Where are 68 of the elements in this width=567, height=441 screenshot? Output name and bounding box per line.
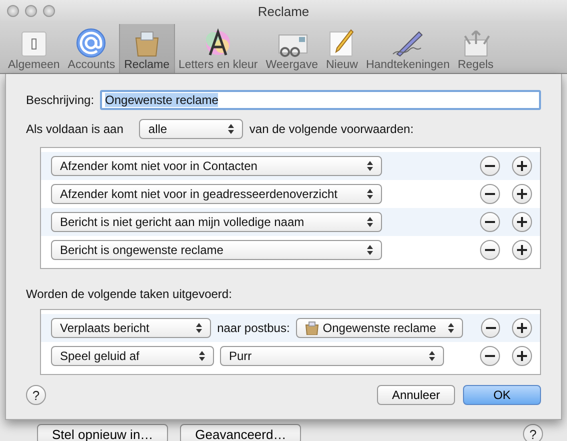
toolbar-tab[interactable]: Letters en kleur xyxy=(174,24,262,73)
match-popup[interactable]: alle xyxy=(139,119,244,139)
description-label: Beschrijving: xyxy=(26,93,94,107)
minus-icon xyxy=(485,249,495,251)
updown-arrows-icon xyxy=(448,323,454,333)
plus-icon xyxy=(517,351,527,361)
help-button[interactable]: ? xyxy=(26,385,46,405)
minus-icon xyxy=(485,221,495,223)
window-title: Reclame xyxy=(258,4,310,18)
conditions-label: van de volgende voorwaarden: xyxy=(249,122,414,136)
background-button[interactable]: Geavanceerd… xyxy=(180,424,302,441)
toolbar-tab[interactable]: Algemeen xyxy=(4,24,64,73)
remove-button[interactable] xyxy=(480,318,500,338)
toolbar-tab[interactable]: Regels xyxy=(454,24,498,73)
minus-icon xyxy=(485,193,495,195)
minus-icon xyxy=(486,327,496,329)
plus-icon xyxy=(517,323,528,333)
updown-arrows-icon xyxy=(367,161,373,171)
remove-button[interactable] xyxy=(480,346,500,366)
add-button[interactable] xyxy=(512,346,532,366)
add-button[interactable] xyxy=(512,212,532,232)
add-button[interactable] xyxy=(512,184,532,204)
toolbar-tab[interactable]: Nieuw xyxy=(322,24,362,73)
toolbar-tab[interactable]: Handtekeningen xyxy=(362,24,454,73)
help-button[interactable]: ? xyxy=(523,424,543,441)
remove-button[interactable] xyxy=(480,240,500,260)
toolbar-tab[interactable]: Reclame xyxy=(119,24,174,73)
rules-arrows-icon xyxy=(462,28,490,58)
sound-popup[interactable]: Purr xyxy=(220,346,444,366)
condition-popup[interactable]: Bericht is ongewenste reclame xyxy=(51,240,382,260)
condition-popup[interactable]: Afzender komt niet voor in geadresseerdenoverzicht xyxy=(51,184,382,204)
trash-bag-icon xyxy=(304,321,319,335)
updown-arrows-icon xyxy=(367,189,373,199)
updown-arrows-icon xyxy=(199,351,205,361)
updown-arrows-icon xyxy=(367,217,373,227)
at-sign-icon xyxy=(76,28,106,58)
match-label: Als voldaan is aan xyxy=(26,122,124,136)
remove-button[interactable] xyxy=(480,156,500,176)
actions-label: Worden de volgende taken uitgevoerd: xyxy=(26,287,233,301)
updown-arrows-icon xyxy=(228,124,234,134)
mailbox-label: naar postbus: xyxy=(217,321,290,335)
action-popup[interactable]: Speel geluid af xyxy=(51,346,214,366)
ok-button[interactable]: OK xyxy=(463,385,541,405)
toolbar-tab[interactable]: Weergave xyxy=(262,24,322,73)
remove-button[interactable] xyxy=(480,212,500,232)
minus-icon xyxy=(485,355,495,357)
pencil-note-icon xyxy=(328,28,356,58)
minus-icon xyxy=(485,165,495,167)
plus-icon xyxy=(517,217,527,227)
updown-arrows-icon xyxy=(196,323,202,333)
cancel-button[interactable]: Annuleer xyxy=(376,385,455,405)
toolbar-tab[interactable]: Accounts xyxy=(64,24,120,73)
condition-popup[interactable]: Afzender komt niet voor in Contacten xyxy=(51,156,382,176)
action-popup[interactable]: Verplaats bericht xyxy=(51,318,212,338)
updown-arrows-icon xyxy=(429,351,435,361)
plus-icon xyxy=(517,189,527,199)
add-button[interactable] xyxy=(512,240,532,260)
plus-icon xyxy=(517,161,527,171)
background-button[interactable]: Stel opnieuw in… xyxy=(37,424,168,441)
add-button[interactable] xyxy=(512,318,532,338)
condition-popup[interactable]: Bericht is niet gericht aan mijn volledige naam xyxy=(51,212,382,232)
switch-icon xyxy=(20,30,48,58)
description-field[interactable]: Ongewenste reclame xyxy=(100,90,541,110)
remove-button[interactable] xyxy=(480,184,500,204)
updown-arrows-icon xyxy=(367,245,373,255)
plus-icon xyxy=(517,245,527,255)
mailbox-popup[interactable]: Ongewenste reclame xyxy=(296,318,463,338)
add-button[interactable] xyxy=(512,156,532,176)
